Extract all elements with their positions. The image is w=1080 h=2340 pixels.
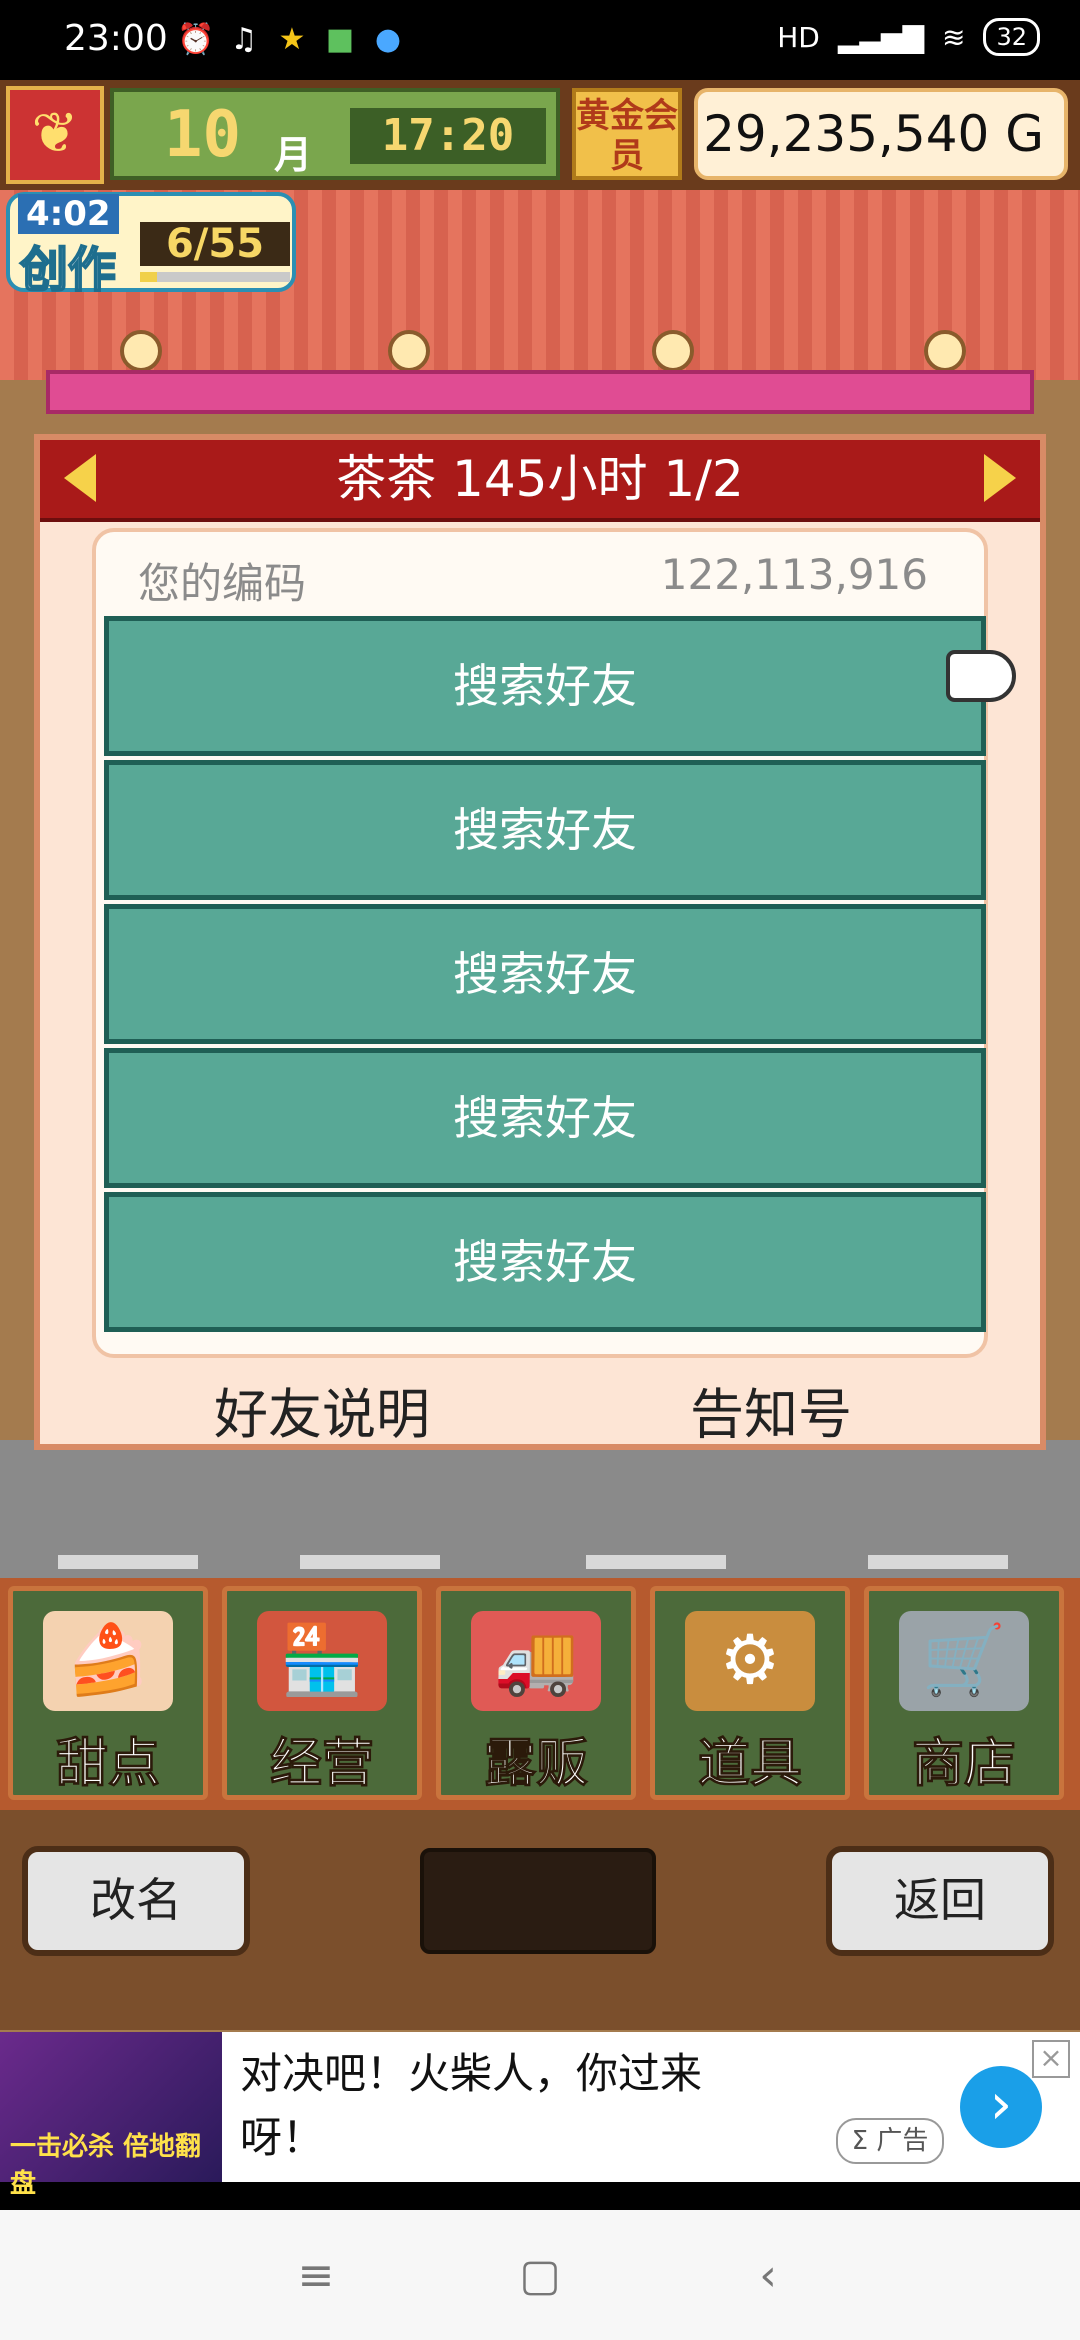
road-dash (58, 1555, 198, 1569)
creation-label: 创作 (19, 241, 117, 299)
game-clock: 17:20 (350, 108, 546, 164)
next-page-arrow-icon[interactable] (984, 454, 1016, 502)
money-display: 29,235,540 G (694, 88, 1068, 180)
qq-icon: ● (374, 22, 402, 57)
status-right: HD ▂▃▅▇ ≋ 32 (777, 18, 1040, 56)
friend-explanation-link[interactable]: 好友说明 (214, 1370, 430, 1449)
date-panel: 10 月 17:20 (110, 88, 560, 180)
ad-go-arrow-icon[interactable]: › (960, 2066, 1042, 2148)
menu-dessert-label: 甜点 (55, 1734, 160, 1795)
top-hud: ❦ 10 月 17:20 黄金会员 29,235,540 G (0, 80, 1080, 190)
gold-member-badge[interactable]: 黄金会员 (572, 88, 682, 180)
notice-number-link[interactable]: 告知号 (690, 1370, 852, 1449)
menu-dessert[interactable]: 🍰 甜点 (8, 1586, 208, 1800)
road-dash (300, 1555, 440, 1569)
hd-label: HD (777, 20, 820, 54)
main-menu: 🍰 甜点 🏪 经营 🚚 露贩 ⚙ 道具 🛒 商店 (0, 1578, 1080, 1810)
shop-icon: 🏪 (257, 1611, 387, 1711)
dialog-title-bar: 茶茶 145小时 1/2 (40, 440, 1040, 522)
status-bar: 23:00 ⏰ ♫ ★ ■ ● HD ▂▃▅▇ ≋ 32 (0, 0, 1080, 80)
lamp-icon (924, 330, 966, 372)
creation-progress-fill (140, 272, 157, 282)
menu-manage-label: 经营 (269, 1734, 374, 1795)
search-friend-button-2[interactable]: 搜索好友 (104, 760, 986, 900)
search-friend-button-1[interactable]: 搜索好友 (104, 616, 986, 756)
back-icon[interactable]: ‹ (738, 2246, 798, 2306)
pointer-hand-icon (946, 650, 1016, 702)
ad-banner[interactable]: 一击必杀 倍地翻盘 对决吧！火柴人，你过来呀！ Σ 广告 › × (0, 2032, 1080, 2199)
rename-button[interactable]: 改名 (22, 1846, 250, 1956)
battery-indicator: 32 (983, 18, 1040, 56)
ad-close-icon[interactable]: × (1032, 2040, 1070, 2078)
creation-count: 6/55 (140, 222, 290, 266)
search-friend-button-3[interactable]: 搜索好友 (104, 904, 986, 1044)
menu-items[interactable]: ⚙ 道具 (650, 1586, 850, 1800)
shopping-cart-icon: 🛒 (899, 1611, 1029, 1711)
ad-text[interactable]: 对决吧！火柴人，你过来呀！ (240, 2042, 760, 2170)
menu-icon[interactable]: ≡ (286, 2246, 346, 2306)
star-icon: ★ (278, 22, 306, 57)
dialog-title: 茶茶 145小时 1/2 (336, 450, 744, 508)
road-dash (586, 1555, 726, 1569)
status-time: 23:00 (64, 18, 168, 59)
prev-page-arrow-icon[interactable] (64, 454, 96, 502)
lamp-icon (652, 330, 694, 372)
month-label: 月 (274, 133, 313, 177)
menu-store-label: 商店 (911, 1734, 1016, 1795)
menu-store[interactable]: 🛒 商店 (864, 1586, 1064, 1800)
ad-image[interactable]: 一击必杀 倍地翻盘 (0, 2032, 222, 2199)
creation-progress-bar (140, 272, 290, 282)
items-bag-icon: ⚙ (685, 1611, 815, 1711)
wifi-icon: ≋ (941, 20, 966, 54)
center-display (420, 1848, 656, 1954)
maple-leaf-icon[interactable]: ❦ (6, 86, 104, 184)
search-friend-button-4[interactable]: 搜索好友 (104, 1048, 986, 1188)
system-nav-bar: ≡ ▢ ‹ (0, 2210, 1080, 2340)
search-friend-button-5[interactable]: 搜索好友 (104, 1192, 986, 1332)
ad-image-text: 一击必杀 倍地翻盘 (10, 2132, 202, 2199)
month-number: 10 (164, 98, 242, 172)
creation-timer: 4:02 (18, 194, 119, 234)
bottom-controls: 改名 返回 (0, 1810, 1080, 2030)
food-truck-icon: 🚚 (471, 1611, 601, 1711)
menu-items-label: 道具 (697, 1734, 802, 1795)
headphones-icon: ♫ (230, 22, 258, 57)
lamp-icon (120, 330, 162, 372)
menu-manage[interactable]: 🏪 经营 (222, 1586, 422, 1800)
cake-icon: 🍰 (43, 1611, 173, 1711)
friend-dialog: 茶茶 145小时 1/2 您的编码 122,113,916 搜索好友 搜索好友 … (34, 434, 1046, 1450)
lamp-icon (388, 330, 430, 372)
ad-tag: Σ 广告 (836, 2118, 944, 2164)
road-dash (868, 1555, 1008, 1569)
back-button[interactable]: 返回 (826, 1846, 1054, 1956)
alarm-icon: ⏰ (177, 22, 215, 57)
code-label: 您的编码 (138, 559, 307, 608)
pink-sign-bar (46, 370, 1034, 414)
code-value: 122,113,916 (660, 550, 928, 599)
creation-status[interactable]: 4:02 创作 6/55 (6, 192, 296, 299)
app-icon: ■ (325, 22, 355, 57)
signal-icon: ▂▃▅▇ (837, 20, 924, 54)
menu-food-truck[interactable]: 🚚 露贩 (436, 1586, 636, 1800)
menu-food-truck-label: 露贩 (483, 1734, 588, 1795)
home-icon[interactable]: ▢ (510, 2246, 570, 2306)
